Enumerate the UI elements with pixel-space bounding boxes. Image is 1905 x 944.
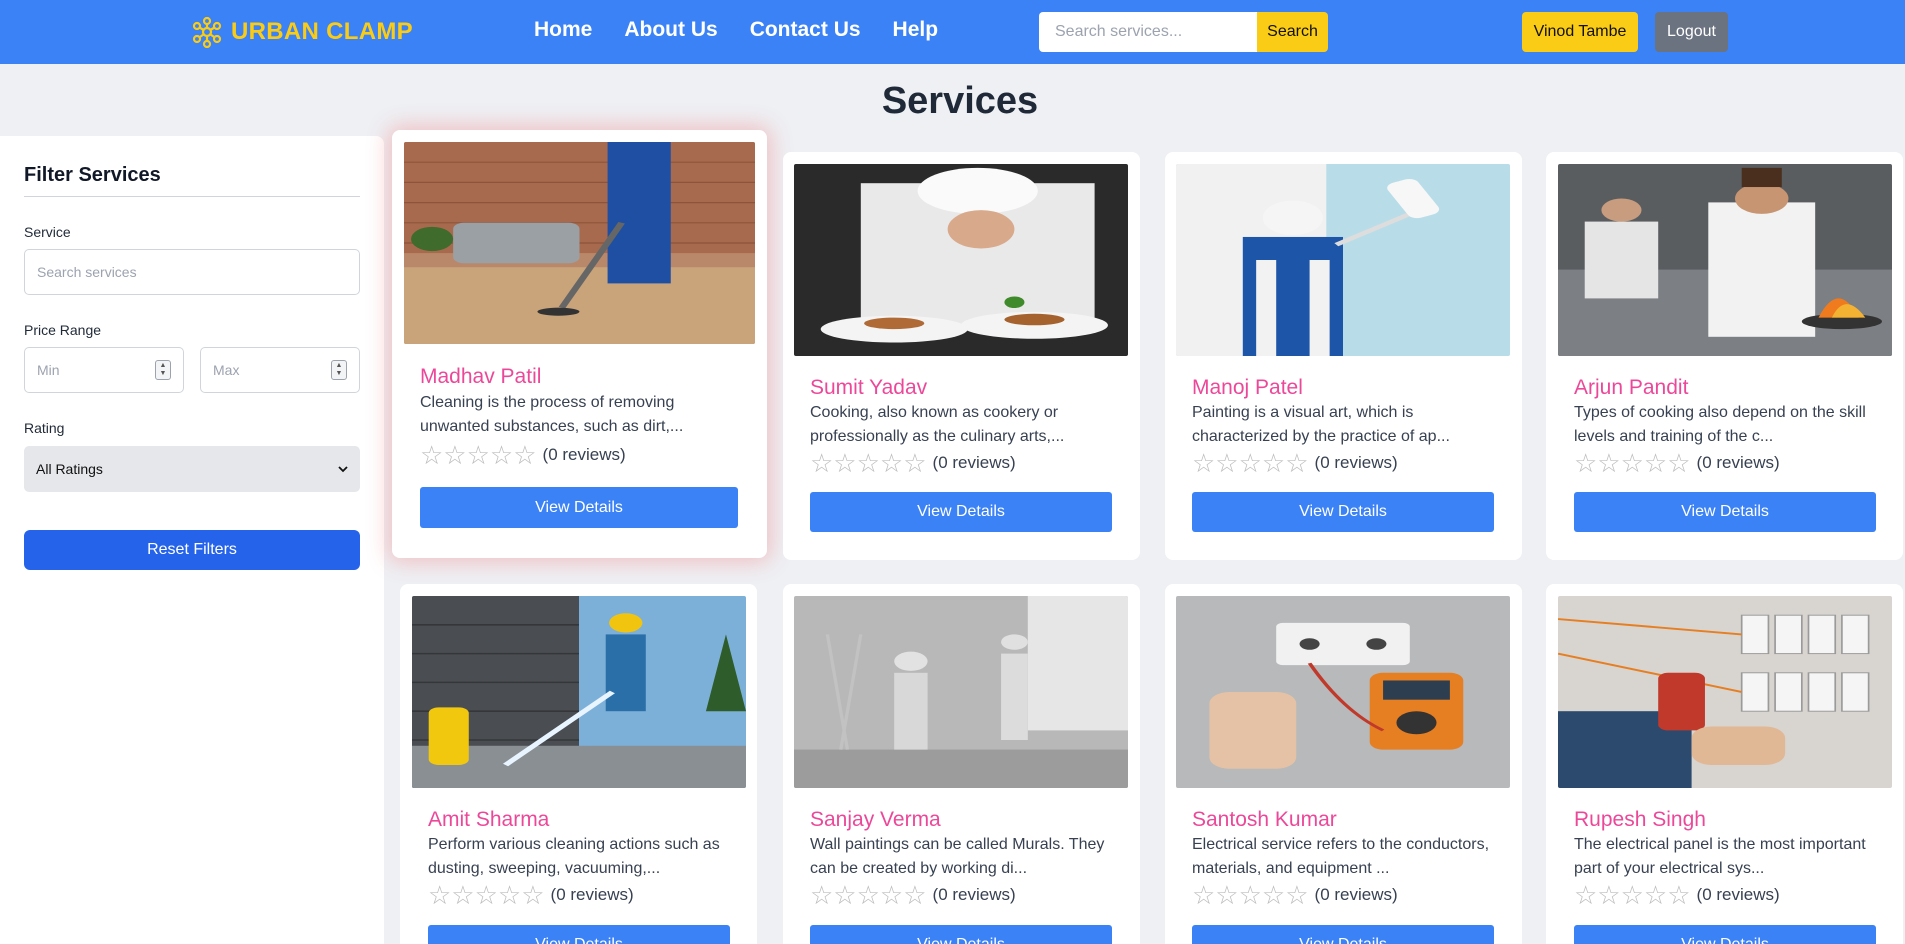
service-provider-name: Madhav Patil: [420, 365, 542, 388]
star-rating-icon: ☆☆☆☆☆: [1574, 880, 1691, 910]
view-details-button[interactable]: View Details: [810, 925, 1112, 944]
star-rating-icon: ☆☆☆☆☆: [810, 448, 927, 478]
service-rating: ☆☆☆☆☆ (0 reviews): [1192, 448, 1398, 478]
rating-label: Rating: [24, 420, 65, 436]
view-details-button[interactable]: View Details: [1192, 492, 1494, 532]
service-description: Painting is a visual art, which is chara…: [1192, 404, 1450, 445]
service-provider-name: Manoj Patel: [1192, 376, 1303, 399]
service-image: [794, 596, 1128, 788]
service-image: [412, 596, 746, 788]
star-rating-icon: ☆☆☆☆☆: [420, 440, 537, 470]
view-details-button[interactable]: View Details: [1192, 925, 1494, 944]
brand-name: URBAN CLAMP: [231, 18, 413, 45]
filter-sidebar: Filter Services Service Price Range Min …: [0, 136, 384, 944]
service-image: [1176, 596, 1510, 788]
service-description: Cooking, also known as cookery or profes…: [810, 404, 1065, 445]
service-description: Cleaning is the process of removing unwa…: [420, 394, 684, 435]
nav-home[interactable]: Home: [534, 18, 592, 42]
view-details-button[interactable]: View Details: [810, 492, 1112, 532]
service-rating: ☆☆☆☆☆ (0 reviews): [1574, 448, 1780, 478]
review-count: (0 reviews): [1696, 453, 1780, 472]
service-rating: ☆☆☆☆☆ (0 reviews): [428, 880, 634, 910]
chevron-down-icon: [338, 465, 348, 472]
service-provider-name: Rupesh Singh: [1574, 808, 1706, 831]
spinner-icon[interactable]: ▲ ▼: [155, 360, 171, 380]
price-max-input[interactable]: Max ▲ ▼: [200, 347, 360, 393]
reset-filters-button[interactable]: Reset Filters: [24, 530, 360, 570]
service-provider-name: Sumit Yadav: [810, 376, 928, 399]
service-label: Service: [24, 224, 71, 240]
nav-about-us[interactable]: About Us: [624, 18, 717, 42]
service-description: Electrical service refers to the conduct…: [1192, 836, 1490, 877]
review-count: (0 reviews): [542, 445, 626, 464]
service-search-input[interactable]: [24, 249, 360, 295]
star-rating-icon: ☆☆☆☆☆: [428, 880, 545, 910]
view-details-button[interactable]: View Details: [420, 487, 738, 528]
filter-title: Filter Services: [24, 164, 161, 186]
view-details-button[interactable]: View Details: [428, 925, 730, 944]
service-provider-name: Santosh Kumar: [1192, 808, 1337, 831]
spinner-icon[interactable]: ▲ ▼: [331, 360, 347, 380]
star-rating-icon: ☆☆☆☆☆: [810, 880, 927, 910]
price-max-placeholder: Max: [213, 362, 240, 378]
service-provider-name: Amit Sharma: [428, 808, 550, 831]
star-rating-icon: ☆☆☆☆☆: [1192, 448, 1309, 478]
service-card[interactable]: Sumit Yadav Cooking, also known as cooker…: [783, 152, 1140, 560]
price-min-placeholder: Min: [37, 362, 60, 378]
service-rating: ☆☆☆☆☆ (0 reviews): [810, 880, 1016, 910]
service-card[interactable]: Manoj Patel Painting is a visual art, whi…: [1165, 152, 1522, 560]
view-details-button[interactable]: View Details: [1574, 925, 1876, 944]
top-navbar: URBAN CLAMP Home About Us Contact Us Hel…: [0, 0, 1905, 64]
star-rating-icon: ☆☆☆☆☆: [1574, 448, 1691, 478]
service-card[interactable]: Madhav Patil Cleaning is the process of r…: [392, 130, 767, 558]
brand-logo[interactable]: URBAN CLAMP: [191, 14, 413, 50]
service-provider-name: Arjun Pandit: [1574, 376, 1689, 399]
service-image: [794, 164, 1128, 356]
filter-divider: [24, 196, 360, 197]
nav-contact-us[interactable]: Contact Us: [750, 18, 861, 42]
user-profile-button[interactable]: Vinod Tambe: [1522, 12, 1638, 52]
service-rating: ☆☆☆☆☆ (0 reviews): [1192, 880, 1398, 910]
service-description: Wall paintings can be called Murals. The…: [810, 836, 1105, 877]
rating-select[interactable]: All Ratings: [24, 446, 360, 492]
service-provider-name: Sanjay Verma: [810, 808, 941, 831]
review-count: (0 reviews): [1696, 885, 1780, 904]
service-card[interactable]: Santosh Kumar Electrical service refers t…: [1165, 584, 1522, 944]
service-card[interactable]: Sanjay Verma Wall paintings can be called…: [783, 584, 1140, 944]
header-search-input[interactable]: [1039, 12, 1257, 52]
review-count: (0 reviews): [1314, 453, 1398, 472]
price-min-input[interactable]: Min ▲ ▼: [24, 347, 184, 393]
service-image: [1558, 164, 1892, 356]
nav-help[interactable]: Help: [893, 18, 939, 42]
service-image: [404, 142, 755, 344]
page-title: Services: [881, 80, 1039, 122]
service-rating: ☆☆☆☆☆ (0 reviews): [1574, 880, 1780, 910]
header-search-button[interactable]: Search: [1257, 12, 1328, 52]
service-rating: ☆☆☆☆☆ (0 reviews): [810, 448, 1016, 478]
service-card[interactable]: Rupesh Singh The electrical panel is the …: [1546, 584, 1903, 944]
price-range-label: Price Range: [24, 322, 102, 338]
service-card[interactable]: Arjun Pandit Types of cooking also depend…: [1546, 152, 1903, 560]
review-count: (0 reviews): [932, 453, 1016, 472]
logout-button[interactable]: Logout: [1655, 12, 1728, 52]
service-description: The electrical panel is the most importa…: [1574, 836, 1866, 877]
service-card[interactable]: Amit Sharma Perform various cleaning acti…: [400, 584, 757, 944]
service-description: Perform various cleaning actions such as…: [428, 836, 720, 877]
rating-selected-value: All Ratings: [36, 461, 103, 477]
review-count: (0 reviews): [1314, 885, 1398, 904]
view-details-button[interactable]: View Details: [1574, 492, 1876, 532]
service-image: [1558, 596, 1892, 788]
service-description: Types of cooking also depend on the skil…: [1574, 404, 1866, 445]
service-rating: ☆☆☆☆☆ (0 reviews): [420, 440, 626, 470]
review-count: (0 reviews): [550, 885, 634, 904]
network-logo-icon: [192, 16, 222, 48]
main-nav: Home About Us Contact Us Help: [534, 18, 938, 42]
review-count: (0 reviews): [932, 885, 1016, 904]
star-rating-icon: ☆☆☆☆☆: [1192, 880, 1309, 910]
service-image: [1176, 164, 1510, 356]
